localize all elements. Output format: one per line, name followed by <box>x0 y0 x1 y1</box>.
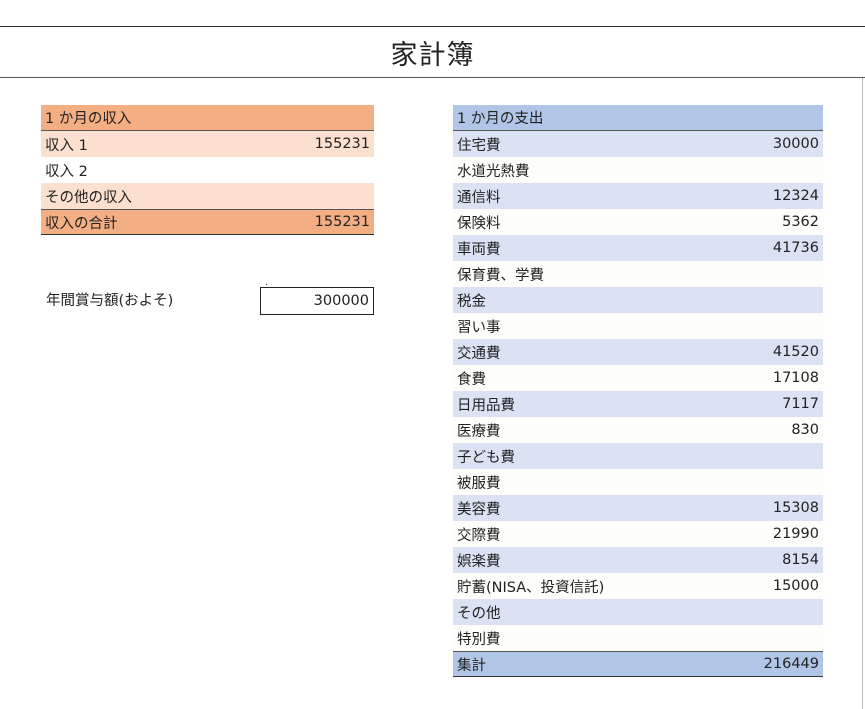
expense-row-label: 娯楽費 <box>457 553 501 570</box>
expense-row-label: 医療費 <box>457 423 501 440</box>
expense-table: 1 か月の支出 住宅費 30000 水道光熱費通信料 12324 保険料 5362 車両費 4… <box>453 105 823 677</box>
expense-row[interactable]: 娯楽費 8154 <box>453 547 823 573</box>
expense-row-value[interactable]: 15308 <box>773 500 819 516</box>
expense-row-value[interactable]: 21990 <box>773 526 819 542</box>
income-row-label: 収入 2 <box>45 163 88 180</box>
expense-row-label: 車両費 <box>457 241 501 258</box>
income-header-row: 1 か月の収入 <box>41 105 374 131</box>
expense-row-value[interactable]: 41520 <box>773 344 819 360</box>
expense-rows: 住宅費 30000 水道光熱費通信料 12324 保険料 5362 車両費 41736 保育費、… <box>453 131 823 651</box>
expense-row[interactable]: 税金 <box>453 287 823 313</box>
income-row-label: その他の収入 <box>45 189 132 206</box>
income-row[interactable]: 収入 2 <box>41 157 374 183</box>
bonus-input-cell[interactable]: 300000 <box>260 287 374 315</box>
expense-header-row: 1 か月の支出 <box>453 105 823 131</box>
expense-row[interactable]: 交通費 41520 <box>453 339 823 365</box>
expense-row-value[interactable]: 5362 <box>782 214 819 230</box>
expense-total-label: 集計 <box>457 657 486 674</box>
expense-row-label: 住宅費 <box>457 137 501 154</box>
expense-row-value[interactable]: 12324 <box>773 188 819 204</box>
expense-row[interactable]: 保険料 5362 <box>453 209 823 235</box>
income-row-label: 収入 1 <box>45 137 88 154</box>
expense-row-label: 食費 <box>457 371 486 388</box>
expense-row-label: 子ども費 <box>457 449 515 466</box>
expense-row[interactable]: 美容費 15308 <box>453 495 823 521</box>
expense-total-row[interactable]: 集計 216449 <box>453 651 823 677</box>
expense-row-label: 習い事 <box>457 319 501 336</box>
expense-row-label: 美容費 <box>457 501 501 518</box>
expense-row[interactable]: 通信料 12324 <box>453 183 823 209</box>
expense-row-value[interactable]: 7117 <box>782 396 819 412</box>
expense-row[interactable]: 被服費 <box>453 469 823 495</box>
expense-row-label: 保険料 <box>457 215 501 232</box>
expense-row-label: 交通費 <box>457 345 501 362</box>
income-row[interactable]: その他の収入 <box>41 183 374 209</box>
expense-row[interactable]: 住宅費 30000 <box>453 131 823 157</box>
sheet-edge-divider <box>862 78 863 709</box>
expense-row[interactable]: 習い事 <box>453 313 823 339</box>
expense-row-value[interactable]: 830 <box>791 422 819 438</box>
expense-row-value[interactable]: 8154 <box>782 552 819 568</box>
expense-row-value[interactable]: 17108 <box>773 370 819 386</box>
expense-row-value[interactable]: 30000 <box>773 136 819 152</box>
income-row-value[interactable]: 155231 <box>315 136 370 152</box>
income-header-label: 1 か月の収入 <box>45 111 132 127</box>
expense-row[interactable]: その他 <box>453 599 823 625</box>
bonus-value: 300000 <box>313 293 369 309</box>
expense-row-label: 交際費 <box>457 527 501 544</box>
income-total-label: 収入の合計 <box>45 215 118 232</box>
income-row[interactable]: 収入 1 155231 <box>41 131 374 157</box>
expense-row-label: その他 <box>457 605 501 622</box>
bonus-label: 年間賞与額(およそ) <box>46 293 174 309</box>
income-total-value[interactable]: 155231 <box>315 214 370 230</box>
expense-row[interactable]: 保育費、学費 <box>453 261 823 287</box>
expense-row[interactable]: 貯蓄(NISA、投資信託) 15000 <box>453 573 823 599</box>
expense-total-value[interactable]: 216449 <box>764 656 819 672</box>
expense-row[interactable]: 食費 17108 <box>453 365 823 391</box>
expense-row[interactable]: 医療費 830 <box>453 417 823 443</box>
expense-row-label: 被服費 <box>457 475 501 492</box>
expense-row[interactable]: 水道光熱費 <box>453 157 823 183</box>
page-title: 家計簿 <box>390 39 475 71</box>
cell-marker-dot <box>266 284 267 285</box>
expense-row-label: 税金 <box>457 293 486 310</box>
expense-header-label: 1 か月の支出 <box>457 111 544 127</box>
title-bar: 家計簿 <box>0 26 865 78</box>
expense-row[interactable]: 特別費 <box>453 625 823 651</box>
expense-row-label: 水道光熱費 <box>457 163 530 180</box>
expense-row[interactable]: 日用品費 7117 <box>453 391 823 417</box>
expense-row[interactable]: 子ども費 <box>453 443 823 469</box>
expense-row-value[interactable]: 15000 <box>773 578 819 594</box>
income-table: 1 か月の収入 収入 1 155231 収入 2 その他の収入 収入の合計 15523… <box>41 105 374 235</box>
income-total-row[interactable]: 収入の合計 155231 <box>41 209 374 235</box>
income-rows: 収入 1 155231 収入 2 その他の収入 <box>41 131 374 209</box>
expense-row-label: 特別費 <box>457 631 501 648</box>
expense-row-label: 保育費、学費 <box>457 267 544 284</box>
expense-row-label: 貯蓄(NISA、投資信託) <box>457 579 605 596</box>
expense-row-label: 通信料 <box>457 189 501 206</box>
expense-row-label: 日用品費 <box>457 397 515 414</box>
expense-row[interactable]: 車両費 41736 <box>453 235 823 261</box>
expense-row[interactable]: 交際費 21990 <box>453 521 823 547</box>
expense-row-value[interactable]: 41736 <box>773 240 819 256</box>
